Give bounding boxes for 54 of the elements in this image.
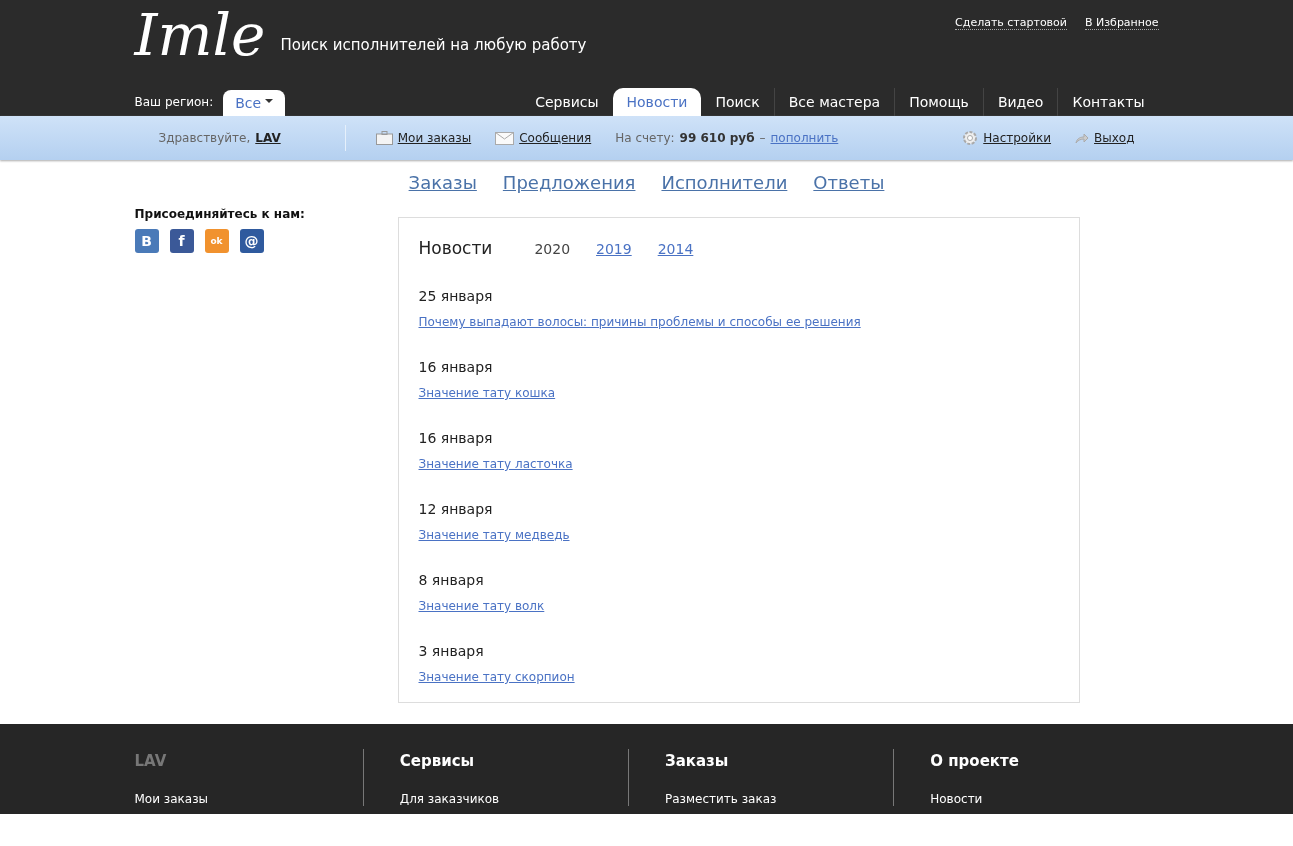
social-button[interactable]: В <box>134 229 159 253</box>
news-link[interactable]: Значение тату скорпион <box>418 670 575 684</box>
balance-amount: 99 610 руб <box>679 131 755 145</box>
top-link[interactable]: Сделать стартовой <box>955 16 1067 30</box>
news-link[interactable]: Значение тату волк <box>418 599 545 613</box>
footer-link[interactable]: Мои заказы <box>134 792 363 806</box>
nav-tab[interactable]: Поиск <box>701 88 774 116</box>
top-link[interactable]: В Избранное <box>1085 16 1159 30</box>
news-date: 12 января <box>418 501 494 517</box>
footer-heading: Заказы <box>665 752 730 770</box>
region-dropdown[interactable]: Все <box>223 90 286 116</box>
footer-heading: LAV <box>134 752 168 770</box>
year-tab[interactable]: 2019 <box>596 241 632 257</box>
tagline: Поиск исполнителей на любую работу <box>280 36 588 54</box>
nav-tab[interactable]: Сервисы <box>521 88 613 116</box>
news-date: 16 января <box>418 430 494 446</box>
section-link[interactable]: Предложения <box>502 172 636 193</box>
settings-link[interactable]: Настройки <box>983 131 1052 145</box>
briefcase-icon <box>375 131 393 145</box>
nav-tab[interactable]: Новости <box>612 88 702 116</box>
news-link[interactable]: Значение тату ласточка <box>418 457 573 471</box>
logo[interactable]: Imle <box>134 0 281 70</box>
greeting: Здравствуйте, <box>158 131 251 145</box>
my-orders-link[interactable]: Мои заказы <box>397 131 472 145</box>
dash: – <box>759 131 766 145</box>
news-date: 25 января <box>418 288 494 304</box>
social-button[interactable]: @ <box>239 229 264 253</box>
footer-heading: Сервисы <box>399 752 476 770</box>
section-link[interactable]: Ответы <box>813 172 885 193</box>
social-button[interactable]: f <box>169 229 194 253</box>
news-date: 8 января <box>418 572 485 588</box>
news-date: 3 января <box>418 643 485 659</box>
settings-icon <box>962 130 979 146</box>
footer-heading: О проекте <box>930 752 1020 770</box>
envelope-icon <box>495 131 515 145</box>
footer-link[interactable]: Для заказчиков <box>399 792 628 806</box>
news-link[interactable]: Значение тату медведь <box>418 528 570 542</box>
messages-link[interactable]: Сообщения <box>519 131 592 145</box>
arrow-icon <box>1075 132 1090 144</box>
footer-link[interactable]: Новости <box>930 792 1159 806</box>
year-tab[interactable]: 2014 <box>657 241 694 257</box>
footer-link[interactable]: Разместить заказ <box>665 792 894 806</box>
logout-link[interactable]: Выход <box>1094 131 1135 145</box>
news-link[interactable]: Значение тату кошка <box>418 386 556 400</box>
region-label: Ваш регион: <box>134 95 214 109</box>
section-link[interactable]: Исполнители <box>661 172 788 193</box>
news-date: 16 января <box>418 359 494 375</box>
news-title: Новости <box>418 238 493 258</box>
join-heading: Присоединяйтесь к нам: <box>134 207 306 221</box>
balance-label: На счету: <box>615 131 675 145</box>
year-tab[interactable]: 2020 <box>534 241 571 257</box>
news-link[interactable]: Почему выпадают волосы: причины проблемы и способы ее решения <box>418 315 861 329</box>
section-link[interactable]: Заказы <box>408 172 477 193</box>
user-link[interactable]: LAV <box>255 131 281 145</box>
